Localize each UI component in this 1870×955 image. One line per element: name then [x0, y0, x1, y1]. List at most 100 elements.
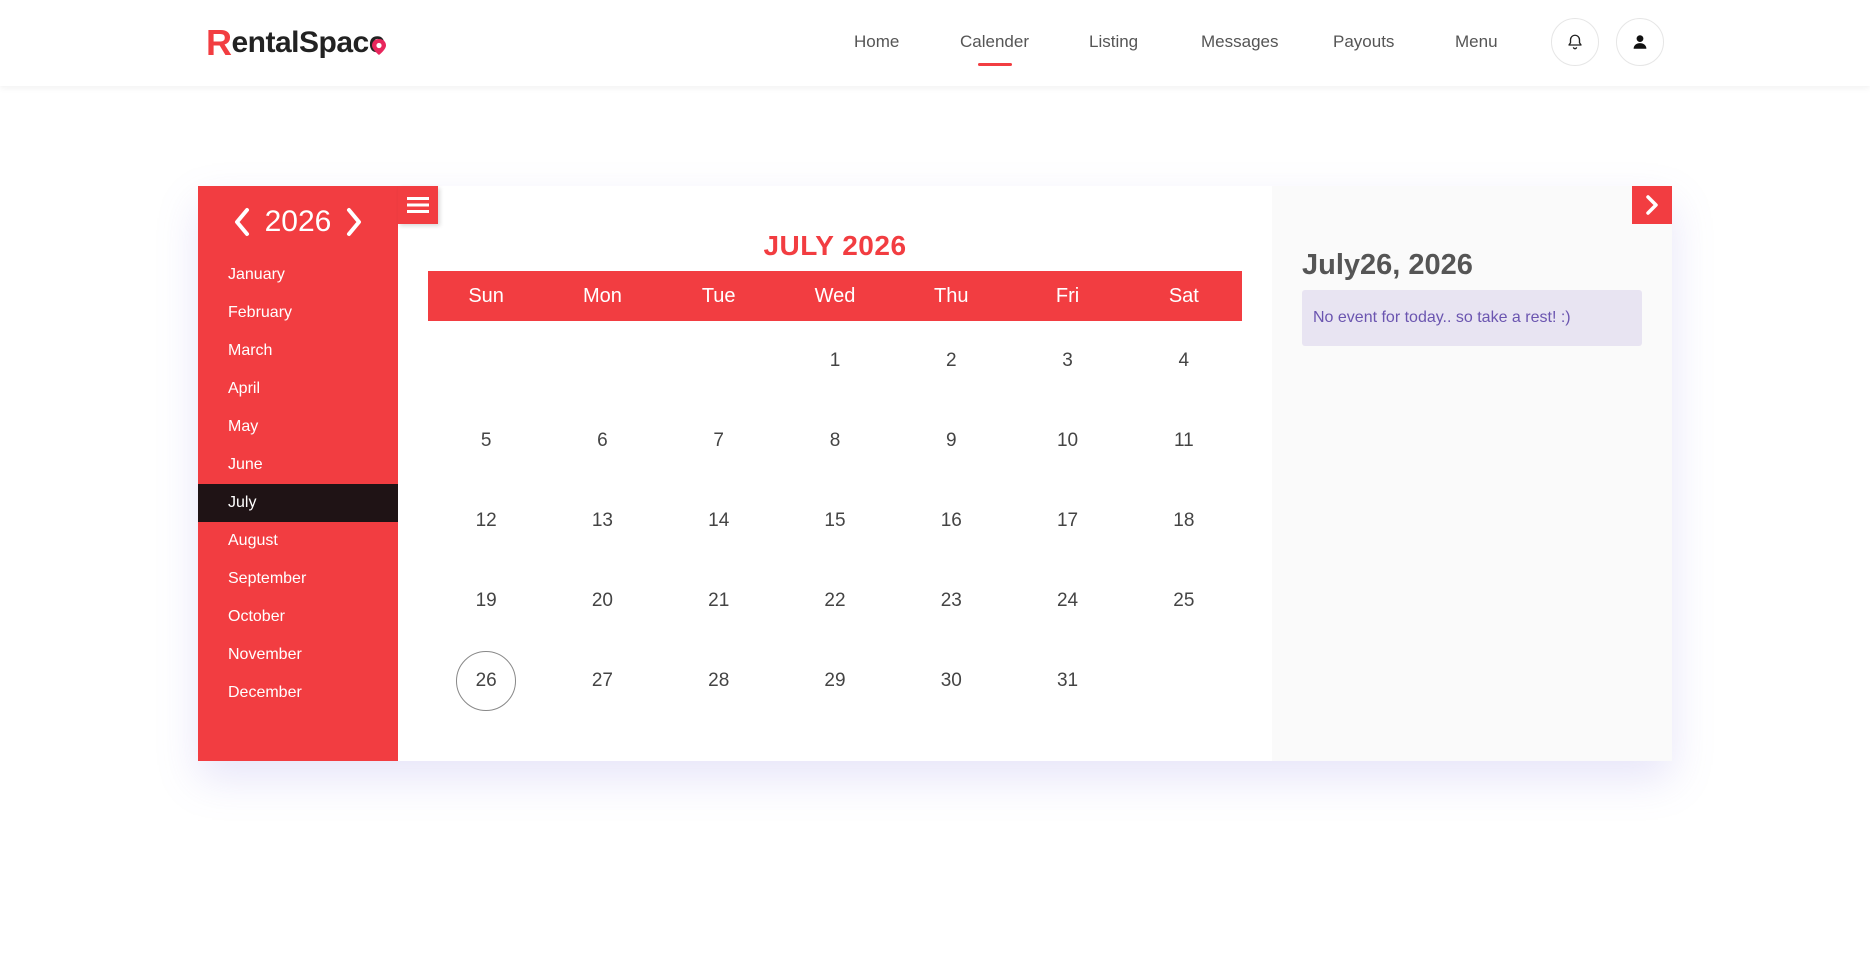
hamburger-icon	[407, 197, 429, 213]
day-number: 24	[1056, 590, 1079, 611]
day-number: 27	[591, 670, 613, 691]
top-navbar: RentalSpace Home Calender Listing Messag…	[0, 0, 1870, 86]
day-number: 16	[940, 510, 962, 531]
day-number: 10	[1056, 430, 1079, 451]
today-day-cell[interactable]: 26	[428, 641, 544, 721]
day-cell[interactable]: 15	[777, 481, 893, 561]
day-number: 21	[708, 590, 730, 611]
month-april[interactable]: April	[198, 370, 398, 408]
month-september[interactable]: September	[198, 560, 398, 598]
day-cell[interactable]: 19	[428, 561, 544, 641]
month-october[interactable]: October	[198, 598, 398, 636]
day-number: 4	[1178, 350, 1190, 371]
month-january[interactable]: January	[198, 256, 398, 294]
day-cell[interactable]: 8	[777, 401, 893, 481]
day-cell[interactable]: 6	[544, 401, 660, 481]
nav-messages[interactable]: Messages	[1201, 32, 1278, 52]
weekday-label: Fri	[1055, 284, 1080, 307]
day-cell[interactable]: 9	[893, 401, 1009, 481]
day-cell[interactable]: 25	[1126, 561, 1242, 641]
logo[interactable]: RentalSpace	[206, 22, 386, 64]
day-number: 17	[1056, 510, 1079, 531]
day-number: 11	[1173, 430, 1194, 451]
month-june[interactable]: June	[198, 446, 398, 484]
calendar-card: 2026 January February March April May Ju…	[198, 186, 1672, 761]
day-cell[interactable]: 3	[1009, 321, 1125, 401]
weekday-label: Mon	[582, 284, 622, 307]
weekday-label: Thu	[934, 284, 969, 307]
day-cell[interactable]: 1	[777, 321, 893, 401]
prev-year-button[interactable]	[233, 207, 251, 237]
day-number: 12	[475, 510, 497, 531]
day-cell[interactable]: 5	[428, 401, 544, 481]
day-number: 2	[945, 350, 957, 371]
notifications-button[interactable]	[1551, 18, 1599, 66]
day-number: 5	[480, 430, 492, 451]
day-cell[interactable]: 23	[893, 561, 1009, 641]
logo-text: entalSpac	[231, 26, 370, 59]
user-icon	[1633, 35, 1647, 49]
month-title: JULY 2026	[763, 230, 907, 261]
day-number: 26	[456, 651, 517, 711]
month-february[interactable]: February	[198, 294, 398, 332]
month-march[interactable]: March	[198, 332, 398, 370]
profile-button[interactable]	[1616, 18, 1664, 66]
day-cell[interactable]: 31	[1009, 641, 1125, 721]
chevron-right-icon	[347, 208, 362, 236]
day-cell[interactable]: 17	[1009, 481, 1125, 561]
next-year-button[interactable]	[345, 207, 363, 237]
day-cell[interactable]: 21	[661, 561, 777, 641]
month-december[interactable]: December	[198, 674, 398, 712]
map-pin-icon	[371, 39, 386, 55]
day-number: 19	[475, 590, 497, 611]
empty-day-cell	[1126, 641, 1242, 721]
day-cell[interactable]: 4	[1126, 321, 1242, 401]
empty-day-cell	[661, 321, 777, 401]
day-number: 1	[829, 350, 841, 371]
month-view: JULY 2026 Sun Mon Tue Wed Thu Fri Sat 12…	[398, 186, 1272, 761]
day-cell[interactable]: 12	[428, 481, 544, 561]
toggle-menu-button[interactable]	[398, 186, 438, 224]
chevron-right-icon	[1646, 195, 1658, 215]
nav-listing[interactable]: Listing	[1089, 32, 1138, 52]
event-panel: July26, 2026 No event for today.. so tak…	[1272, 186, 1672, 761]
day-cell[interactable]: 27	[544, 641, 660, 721]
next-panel-button[interactable]	[1632, 186, 1672, 224]
day-cell[interactable]: 10	[1009, 401, 1125, 481]
day-number: 6	[597, 430, 608, 451]
logo-letter-r: R	[206, 22, 232, 63]
day-number: 28	[708, 670, 730, 691]
empty-day-cell	[544, 321, 660, 401]
weekday-label: Tue	[701, 284, 736, 307]
day-cell[interactable]: 29	[777, 641, 893, 721]
month-may[interactable]: May	[198, 408, 398, 446]
year-label: 2026	[264, 205, 332, 238]
day-cell[interactable]: 30	[893, 641, 1009, 721]
day-cell[interactable]: 24	[1009, 561, 1125, 641]
day-cell[interactable]: 11	[1126, 401, 1242, 481]
weekday-label: Sun	[468, 284, 504, 307]
nav-payouts[interactable]: Payouts	[1333, 32, 1394, 52]
day-number: 3	[1062, 350, 1073, 371]
day-cell[interactable]: 13	[544, 481, 660, 561]
nav-menu[interactable]: Menu	[1455, 32, 1498, 52]
nav-calender[interactable]: Calender	[960, 32, 1029, 52]
month-august[interactable]: August	[198, 522, 398, 560]
month-july[interactable]: July	[198, 484, 398, 522]
day-cell[interactable]: 16	[893, 481, 1009, 561]
day-cell[interactable]: 2	[893, 321, 1009, 401]
day-number: 18	[1173, 510, 1195, 531]
day-number: 15	[824, 510, 846, 531]
day-cell[interactable]: 22	[777, 561, 893, 641]
day-cell[interactable]: 18	[1126, 481, 1242, 561]
day-cell[interactable]: 14	[661, 481, 777, 561]
weekday-header: Sun Mon Tue Wed Thu Fri Sat	[428, 271, 1242, 321]
day-number: 20	[591, 590, 613, 611]
month-november[interactable]: November	[198, 636, 398, 674]
day-cell[interactable]: 28	[661, 641, 777, 721]
day-cell[interactable]: 7	[661, 401, 777, 481]
selected-date: July26, 2026	[1302, 249, 1473, 281]
day-cell[interactable]: 20	[544, 561, 660, 641]
day-number: 14	[708, 510, 730, 531]
nav-home[interactable]: Home	[854, 32, 899, 52]
